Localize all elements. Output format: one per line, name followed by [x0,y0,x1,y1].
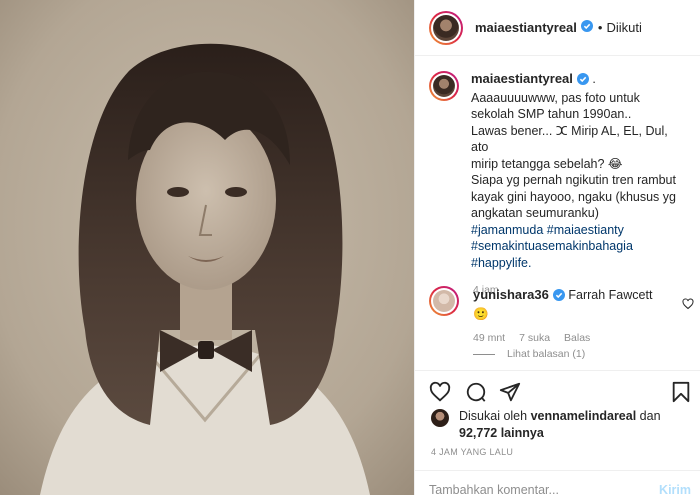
liker-avatar[interactable] [431,409,449,427]
author-avatar[interactable] [429,10,463,45]
post-photo[interactable] [0,0,414,495]
view-replies-label: Lihat balasan (1) [507,348,586,360]
post-image [0,0,414,495]
hashtag-link[interactable]: #happylife. [471,256,531,270]
liker-username[interactable]: vennamelindareal [531,409,637,423]
hashtag-link[interactable]: #jamanmuda [471,223,543,237]
hashtag-link[interactable]: #maiaestianty [547,223,624,237]
caption-line: Siapa yg pernah ngikutin tren rambut [471,173,676,187]
bookmark-icon[interactable] [671,381,691,406]
comment-text: Farrah Fawcett [568,288,653,302]
comment-item: yunishara36 Farrah Fawcett 🙂 49 mnt 7 su… [429,286,691,344]
commenter-username[interactable]: yunishara36 [473,287,549,302]
post-timestamp[interactable]: 4 JAM YANG LALU [431,447,513,457]
likes-count[interactable]: 92,772 lainnya [459,426,544,440]
caption-line: angkatan seumuranku) [471,206,599,220]
comment-time[interactable]: 49 mnt [473,332,505,344]
comment-icon[interactable] [465,381,487,406]
header-dot: • [597,20,603,35]
comment-input[interactable] [429,483,639,495]
caption: maiaestiantyreal . Aaaauuuuwww, pas foto… [429,71,691,296]
verified-badge-icon [576,73,589,90]
add-comment-bar: Kirim [415,470,700,495]
caption-line: sekolah SMP tahun 1990an.. [471,107,632,121]
comment-likes[interactable]: 7 suka [519,332,550,344]
verified-badge-icon [580,20,593,35]
likes-summary: Disukai oleh vennamelindareal dan 92,772… [431,408,691,441]
likes-connector: dan [639,409,661,423]
action-bar [415,370,700,410]
caption-line: Lawas bener... ⵋ Mirip AL, EL, Dul, ato [471,123,668,155]
share-icon[interactable] [499,381,521,406]
hashtag-link[interactable]: #semakintuasemakinbahagia [471,239,633,253]
caption-avatar[interactable] [429,71,459,101]
likes-text: Disukai oleh vennamelindareal dan 92,772… [459,408,661,441]
replies-divider [473,353,495,355]
caption-line: Aaaauuuuwww, pas foto untuk [471,90,640,105]
post-details-panel: maiaestiantyreal • Diikuti maiaestiantyr… [414,0,700,495]
verified-badge-icon [552,289,565,306]
post-header: maiaestiantyreal • Diikuti [415,0,700,56]
caption-text: maiaestiantyreal . Aaaauuuuwww, pas foto… [471,71,687,271]
likes-prefix: Disukai oleh [459,409,528,423]
caption-line: kayak gini hayooo, ngaku (khusus yg [471,189,676,204]
caption-suffix: . [592,72,596,86]
reply-button[interactable]: Balas [564,332,590,344]
comment-emoji: 🙂 [473,307,489,321]
commenter-avatar[interactable] [429,286,459,316]
caption-username[interactable]: maiaestiantyreal [471,71,573,86]
author-username[interactable]: maiaestiantyreal [475,20,577,35]
comment-heart-icon[interactable] [682,298,694,313]
heart-icon[interactable] [429,381,451,406]
view-replies-button[interactable]: Lihat balasan (1) [473,348,585,360]
caption-line: mirip tetangga sebelah? 😂 [471,156,623,171]
post-comment-button[interactable]: Kirim [659,483,691,495]
follow-status-button[interactable]: Diikuti [606,20,641,35]
